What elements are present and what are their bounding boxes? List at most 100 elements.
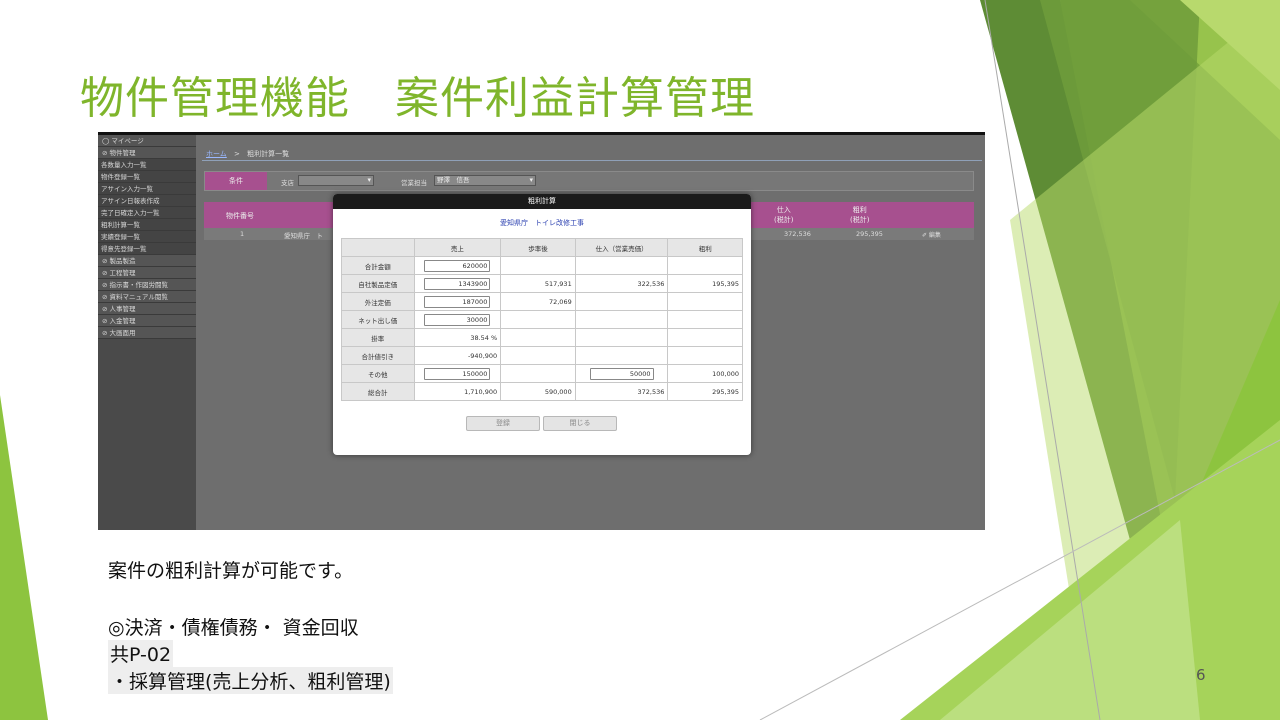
sales-rep-select[interactable]: 野澤 信吾 bbox=[434, 175, 536, 186]
sidebar-item[interactable]: ⊘ 工程管理 bbox=[98, 267, 196, 279]
body-text-line3: 共P-02 bbox=[108, 640, 174, 667]
row-label: 掛率 bbox=[341, 328, 415, 347]
row-label: 総合計 bbox=[341, 382, 415, 401]
after-rate-value bbox=[500, 328, 576, 347]
profit-calc-modal: 粗利計算 愛知県庁 トイレ改修工事 売上 歩率後 仕入（営業売価） 粗利 合計金… bbox=[333, 194, 751, 455]
sales-cell: 187000 bbox=[413, 292, 502, 311]
row-label: その他 bbox=[341, 364, 415, 383]
register-button[interactable]: 登録 bbox=[466, 416, 540, 431]
table-row: 自社製品定価 1343900 517,931 322,536 195,395 bbox=[341, 274, 743, 293]
branch-select[interactable] bbox=[298, 175, 374, 186]
breadcrumb-current: 粗利計算一覧 bbox=[247, 150, 290, 158]
row-name: 愛知県庁 ト bbox=[284, 232, 323, 240]
sidebar-item[interactable]: アサイン入力一覧 bbox=[98, 183, 196, 195]
after-rate-value bbox=[500, 346, 576, 365]
sales-input[interactable]: 150000 bbox=[424, 367, 491, 380]
row-label: 外注定価 bbox=[341, 292, 415, 311]
branch-label: 支店 bbox=[281, 179, 294, 187]
row-profit: 295,395 bbox=[856, 230, 883, 238]
sidebar-item[interactable]: ⊘ 資料マニュアル閲覧 bbox=[98, 291, 196, 303]
profit-value bbox=[667, 310, 743, 329]
sidebar-item[interactable]: アサイン日報表作成 bbox=[98, 195, 196, 207]
sales-input[interactable]: 620000 bbox=[424, 259, 491, 272]
table-row: 外注定価 187000 72,069 bbox=[341, 292, 743, 311]
row-label: 合計値引き bbox=[341, 346, 415, 365]
sidebar-item[interactable]: ⊘ 物件管理 bbox=[98, 147, 196, 159]
body-text-line2: ◎決済・債権債務・ 資金回収 bbox=[108, 617, 359, 639]
sales-input[interactable]: 187000 bbox=[424, 295, 491, 308]
after-rate-value bbox=[500, 310, 576, 329]
body-text-line4: ・採算管理(売上分析、粗利管理) bbox=[108, 667, 393, 694]
after-rate-value: 590,000 bbox=[500, 382, 576, 401]
purchase-value bbox=[574, 292, 669, 311]
sales-cell: 150000 bbox=[413, 364, 502, 383]
purchase-cell: 50000 bbox=[574, 364, 669, 383]
breadcrumb-divider bbox=[202, 160, 982, 161]
table-row: その他 150000 50000 100,000 bbox=[341, 364, 743, 383]
row-label: 自社製品定価 bbox=[341, 274, 415, 293]
sidebar-item[interactable]: ⊘ 人事管理 bbox=[98, 303, 196, 315]
breadcrumb-separator: > bbox=[234, 150, 240, 158]
purchase-input[interactable]: 50000 bbox=[589, 367, 654, 380]
purchase-value: 322,536 bbox=[574, 274, 669, 293]
row-label: 合計金額 bbox=[341, 256, 415, 275]
breadcrumb: ホーム > 粗利計算一覧 bbox=[206, 149, 289, 159]
filter-row: 条件 支店 営業担当 野澤 信吾 bbox=[204, 171, 974, 191]
sales-cell: 620000 bbox=[413, 256, 502, 275]
purchase-value bbox=[574, 310, 669, 329]
col-header-sales: 売上 bbox=[413, 238, 502, 257]
profit-value: 295,395 bbox=[667, 382, 743, 401]
page-number: 6 bbox=[1196, 666, 1206, 684]
col-header-purchase: 仕入 (税計) bbox=[774, 206, 794, 224]
sales-value: -940,900 bbox=[413, 346, 502, 365]
sales-cell: 30000 bbox=[413, 310, 502, 329]
sidebar-item[interactable]: 粗利計算一覧 bbox=[98, 219, 196, 231]
table-row: 合計値引き -940,900 bbox=[341, 346, 743, 365]
calc-table-header: 売上 歩率後 仕入（営業売価） 粗利 bbox=[341, 238, 743, 257]
profit-value bbox=[667, 346, 743, 365]
table-row: 総合計 1,710,900 590,000 372,536 295,395 bbox=[341, 382, 743, 401]
profit-value: 195,395 bbox=[667, 274, 743, 293]
modal-title: 粗利計算 bbox=[333, 194, 751, 209]
col-header-blank bbox=[341, 238, 415, 257]
purchase-value bbox=[574, 346, 669, 365]
purchase-value bbox=[574, 256, 669, 275]
profit-value bbox=[667, 256, 743, 275]
sales-input[interactable]: 1343900 bbox=[424, 277, 491, 290]
close-button[interactable]: 閉じる bbox=[543, 416, 617, 431]
sidebar-item[interactable]: 物件登録一覧 bbox=[98, 171, 196, 183]
profit-value bbox=[667, 292, 743, 311]
profit-value bbox=[667, 328, 743, 347]
col-header-purchase: 仕入（営業売価） bbox=[574, 238, 669, 257]
after-rate-value bbox=[500, 256, 576, 275]
after-rate-value: 72,069 bbox=[500, 292, 576, 311]
after-rate-value bbox=[500, 364, 576, 383]
purchase-value bbox=[574, 328, 669, 347]
profit-calc-table: 売上 歩率後 仕入（営業売価） 粗利 合計金額 620000 自社製品定価 13439… bbox=[341, 238, 743, 401]
sales-cell: 1343900 bbox=[413, 274, 502, 293]
row-purchase: 372,536 bbox=[784, 230, 811, 238]
sales-rep-label: 営業担当 bbox=[401, 179, 427, 187]
sidebar-item[interactable]: ⊘ 製品製造 bbox=[98, 255, 196, 267]
sidebar-item[interactable]: 得意先登録一覧 bbox=[98, 243, 196, 255]
slide-title: 物件管理機能 案件利益計算管理 bbox=[80, 73, 755, 124]
sidebar-item[interactable]: 実績登録一覧 bbox=[98, 231, 196, 243]
sales-value: 38.54 % bbox=[413, 328, 502, 347]
modal-subtitle: 愛知県庁 トイレ改修工事 bbox=[500, 219, 584, 227]
sidebar-item[interactable]: ⊘ 入金管理 bbox=[98, 315, 196, 327]
row-label: ネット出し価 bbox=[341, 310, 415, 329]
col-header-profit: 粗利 bbox=[667, 238, 743, 257]
table-row: 合計金額 620000 bbox=[341, 256, 743, 275]
sidebar-item[interactable]: 完了日確定入力一覧 bbox=[98, 207, 196, 219]
profit-value: 100,000 bbox=[667, 364, 743, 383]
sidebar-item[interactable]: ⊘ 大画面用 bbox=[98, 327, 196, 339]
after-rate-value: 517,931 bbox=[500, 274, 576, 293]
sidebar-item[interactable]: 各数量入力一覧 bbox=[98, 159, 196, 171]
purchase-value: 372,536 bbox=[574, 382, 669, 401]
sales-value: 1,710,900 bbox=[413, 382, 502, 401]
edit-button[interactable]: ✐ 編集 bbox=[922, 230, 941, 239]
sidebar-item[interactable]: ⊘ 指示書・作図労闘覧 bbox=[98, 279, 196, 291]
breadcrumb-home-link[interactable]: ホーム bbox=[206, 150, 227, 158]
sidebar-item[interactable]: ◯ マイページ bbox=[98, 135, 196, 147]
sales-input[interactable]: 30000 bbox=[424, 313, 491, 326]
